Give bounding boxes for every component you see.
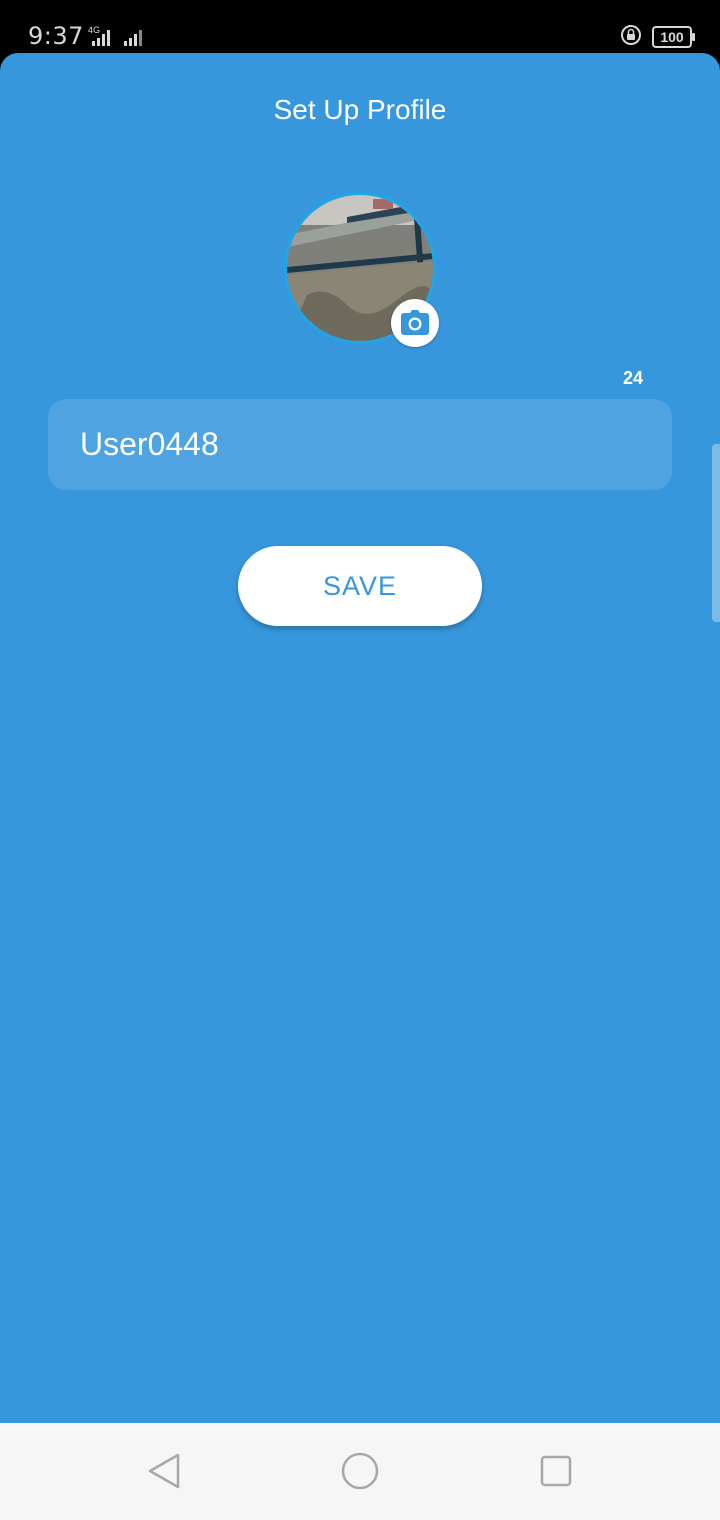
avatar-container[interactable] [284,192,439,347]
back-triangle-icon[interactable] [144,1451,184,1491]
camera-icon [401,310,429,335]
recents-square-icon[interactable] [536,1451,576,1491]
signal-icon: 4G [88,25,142,46]
save-button[interactable]: SAVE [238,546,482,626]
status-bar: 9:37 4G 100 [0,0,720,60]
battery-icon: 100 [652,26,695,48]
home-circle-icon[interactable] [340,1451,380,1491]
scrollbar[interactable] [712,444,720,622]
change-photo-button[interactable] [391,299,439,347]
page-title: Set Up Profile [273,94,447,125]
status-time: 9:37 [28,22,84,50]
name-input[interactable] [80,399,640,490]
name-field[interactable] [48,399,672,490]
rotation-lock-icon [621,25,641,45]
character-counter: 24 [622,368,644,388]
network-type-label: 4G [88,25,100,35]
system-navigation-bar [0,1423,720,1520]
status-right-icons: 100 [612,24,695,50]
